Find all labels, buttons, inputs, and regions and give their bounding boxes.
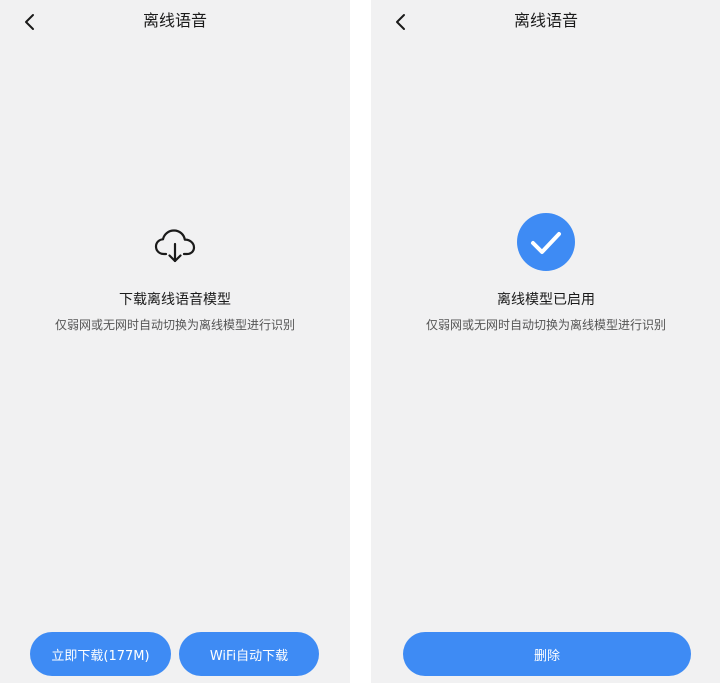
download-now-button[interactable]: 立即下载(177M)	[30, 632, 171, 676]
offline-description: 仅弱网或无网时自动切换为离线模型进行识别	[425, 318, 666, 332]
check-circle-icon	[517, 213, 575, 271]
offline-voice-enabled-screen: 离线语音 离线模型已启用 仅弱网或无网时自动切换为离线模型进行识别 删除	[371, 0, 720, 683]
enabled-heading: 离线模型已启用	[497, 292, 595, 308]
delete-button[interactable]: 删除	[403, 632, 691, 676]
page-title: 离线语音	[142, 11, 207, 30]
page-title: 离线语音	[513, 11, 578, 30]
offline-description: 仅弱网或无网时自动切换为离线模型进行识别	[54, 318, 295, 332]
download-heading: 下载离线语音模型	[119, 292, 231, 308]
wifi-auto-download-button[interactable]: WiFi自动下载	[179, 632, 319, 676]
offline-voice-download-screen: 离线语音 下载离线语音模型 仅弱网或无网时自动切换为离线模型进行识别 立即下载(…	[0, 0, 350, 683]
cloud-download-icon	[154, 229, 196, 263]
